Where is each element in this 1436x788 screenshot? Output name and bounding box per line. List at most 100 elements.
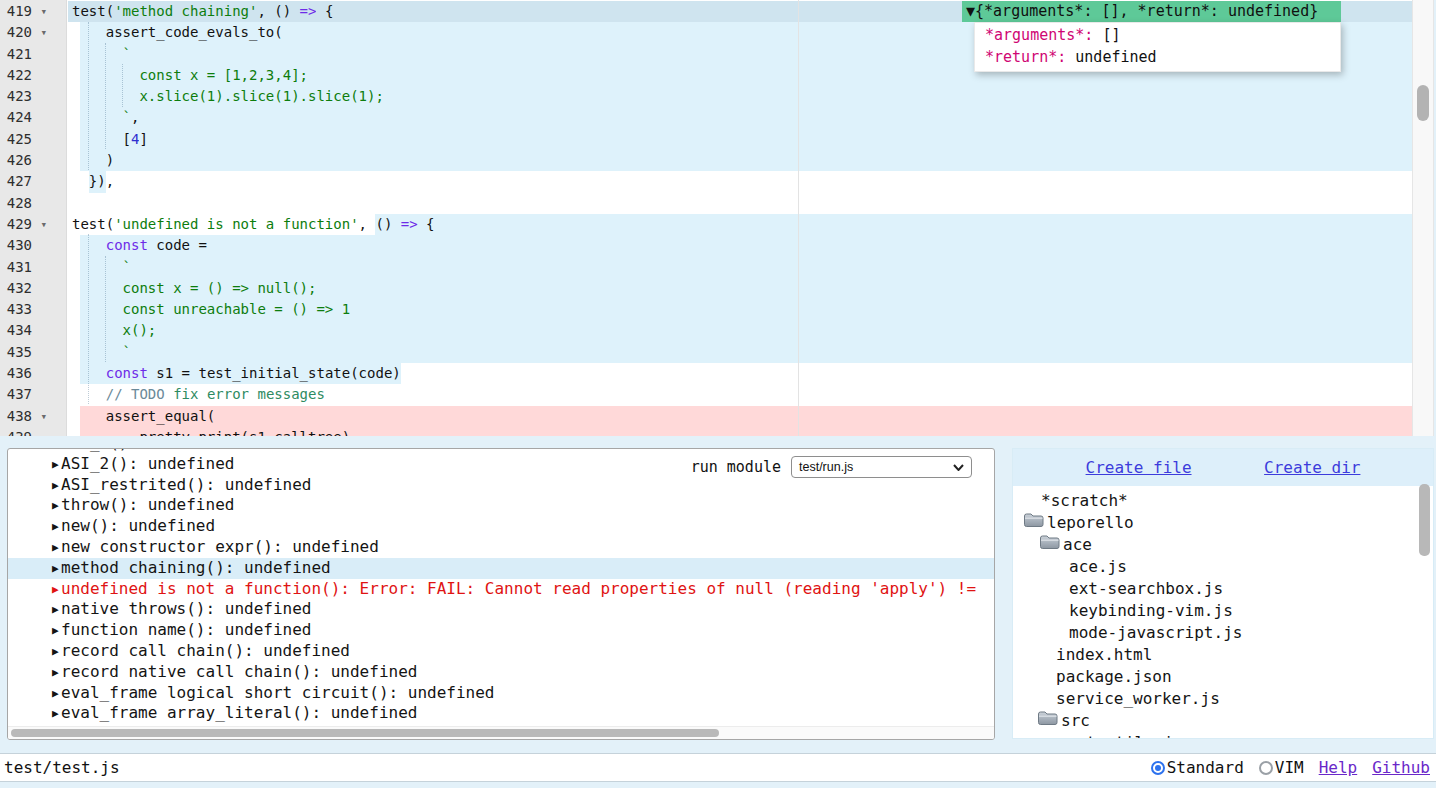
keybinding-radio-standard[interactable]: Standard bbox=[1151, 758, 1244, 777]
run-module-select[interactable]: test/run.js bbox=[791, 456, 972, 478]
expand-triangle-icon[interactable]: ▶ bbox=[52, 476, 61, 497]
expand-triangle-icon[interactable]: ▶ bbox=[52, 559, 61, 580]
expand-triangle-icon[interactable]: ▶ bbox=[52, 517, 61, 538]
line-number: 435 bbox=[0, 342, 66, 363]
tree-file[interactable]: keybinding-vim.js bbox=[1013, 600, 1433, 622]
folder-icon bbox=[1023, 512, 1044, 528]
fold-toggle-icon[interactable]: ▾ bbox=[40, 406, 47, 427]
code-line: // TODO fix error messages bbox=[68, 384, 1412, 405]
test-result-row[interactable]: ▶throw(): undefined bbox=[8, 495, 994, 516]
indent-guide bbox=[122, 64, 123, 107]
expand-triangle-icon[interactable]: ▶ bbox=[52, 496, 61, 517]
tree-file[interactable]: service_worker.js bbox=[1013, 688, 1433, 710]
code-editor[interactable]: 419▾420▾421422423424425426427428429▾4304… bbox=[0, 0, 1434, 436]
test-output-panel: ▶ASI_1(): undefined▶ASI_2(): undefined▶A… bbox=[7, 448, 995, 740]
test-result-row[interactable]: ▶new(): undefined bbox=[8, 516, 994, 537]
keybinding-radio-vim[interactable]: VIM bbox=[1259, 758, 1304, 777]
fold-toggle-icon[interactable]: ▾ bbox=[40, 214, 47, 235]
tree-file[interactable]: *scratch* bbox=[1013, 490, 1433, 512]
code-line: `, bbox=[68, 107, 1412, 128]
code-line: const s1 = test_initial_state(code) bbox=[68, 363, 1412, 384]
test-result-row[interactable]: ▶eval_frame array_literal(): undefined bbox=[8, 703, 994, 724]
expand-triangle-icon[interactable]: ▶ bbox=[52, 538, 61, 559]
help-link[interactable]: Help bbox=[1319, 758, 1358, 777]
code-line: x.slice(1).slice(1).slice(1); bbox=[68, 86, 1412, 107]
line-number: 419▾ bbox=[0, 1, 66, 22]
create-dir-link[interactable]: Create dir bbox=[1264, 458, 1360, 477]
line-number: 426 bbox=[0, 150, 66, 171]
line-number: 430 bbox=[0, 235, 66, 256]
tree-file[interactable]: index.html bbox=[1013, 644, 1433, 666]
line-number: 427 bbox=[0, 171, 66, 192]
code-line: x(); bbox=[68, 320, 1412, 341]
code-line: }), bbox=[68, 171, 1412, 192]
github-link[interactable]: Github bbox=[1372, 758, 1430, 777]
tree-scrollbar-thumb[interactable] bbox=[1419, 484, 1430, 556]
indent-guide bbox=[105, 43, 106, 149]
print-margin-line bbox=[798, 0, 799, 436]
output-horizontal-scrollbar[interactable] bbox=[8, 726, 994, 739]
tree-scrollbar[interactable] bbox=[1419, 484, 1430, 738]
tooltip-entry: *arguments*: [] bbox=[975, 24, 1340, 46]
line-number: 422 bbox=[0, 65, 66, 86]
expand-triangle-icon[interactable]: ▶ bbox=[52, 621, 61, 642]
expand-triangle-icon[interactable]: ▶ bbox=[52, 580, 61, 601]
test-result-row[interactable]: ▶function name(): undefined bbox=[8, 620, 994, 641]
tree-file[interactable]: mode-javascript.js bbox=[1013, 622, 1433, 644]
status-bar: test/test.js StandardVIMHelpGithub bbox=[0, 753, 1436, 782]
create-file-link[interactable]: Create file bbox=[1086, 458, 1192, 477]
code-line: pretty_print(s1.calltree) bbox=[68, 427, 1412, 436]
code-line: const x = () => null(); bbox=[68, 278, 1412, 299]
tree-file[interactable]: ast_utils.js bbox=[1013, 732, 1433, 739]
line-number: 433 bbox=[0, 299, 66, 320]
editor-gutter: 419▾420▾421422423424425426427428429▾4304… bbox=[0, 0, 67, 436]
tree-folder[interactable]: src bbox=[1013, 710, 1433, 732]
line-number: 432 bbox=[0, 278, 66, 299]
expand-triangle-icon[interactable]: ▶ bbox=[52, 663, 61, 684]
folder-icon bbox=[1039, 534, 1060, 550]
fold-toggle-icon[interactable]: ▾ bbox=[40, 22, 47, 43]
line-number: 424 bbox=[0, 107, 66, 128]
code-line: ) bbox=[68, 150, 1412, 171]
tree-folder[interactable]: leporello bbox=[1013, 512, 1433, 534]
tree-file[interactable]: ace.js bbox=[1013, 556, 1433, 578]
line-number: 420▾ bbox=[0, 22, 66, 43]
tooltip-header[interactable]: ▼{*arguments*: [], *return*: undefined} bbox=[962, 1, 1341, 22]
test-result-row[interactable]: ▶undefined is not a function(): Error: F… bbox=[8, 579, 994, 600]
code-line bbox=[68, 193, 1412, 214]
tree-folder[interactable]: ace bbox=[1013, 534, 1433, 556]
editor-scrollbar-thumb[interactable] bbox=[1417, 85, 1429, 121]
line-number: 421 bbox=[0, 44, 66, 65]
code-line: [4] bbox=[68, 129, 1412, 150]
expand-triangle-icon[interactable]: ▶ bbox=[52, 684, 61, 705]
editor-scrollbar[interactable] bbox=[1412, 0, 1434, 436]
test-result-row[interactable]: ▶native throws(): undefined bbox=[8, 599, 994, 620]
expand-triangle-icon[interactable]: ▶ bbox=[52, 704, 61, 725]
output-scrollbar-thumb[interactable] bbox=[11, 729, 719, 737]
expand-triangle-icon[interactable]: ▶ bbox=[52, 455, 61, 476]
indent-guide bbox=[88, 234, 89, 404]
radio-unselected-icon[interactable] bbox=[1259, 761, 1273, 775]
test-result-row[interactable]: ▶method chaining(): undefined bbox=[8, 558, 994, 579]
code-line: test('undefined is not a function', () =… bbox=[68, 214, 1412, 235]
test-result-row[interactable]: ▶record call chain(): undefined bbox=[8, 641, 994, 662]
tooltip-entry: *return*: undefined bbox=[975, 46, 1340, 68]
line-number: 438▾ bbox=[0, 406, 66, 427]
expand-triangle-icon[interactable]: ▶ bbox=[52, 642, 61, 663]
test-result-row[interactable]: ▶eval_frame logical short circuit(): und… bbox=[8, 683, 994, 704]
file-tree-panel: Create file Create dir *scratch*leporell… bbox=[1012, 448, 1434, 739]
fold-toggle-icon[interactable]: ▾ bbox=[40, 1, 47, 22]
expand-triangle-icon[interactable]: ▶ bbox=[52, 600, 61, 621]
line-number: 439 bbox=[0, 427, 66, 436]
file-tree-header: Create file Create dir bbox=[1013, 449, 1433, 486]
line-number: 437 bbox=[0, 384, 66, 405]
code-line: const unreachable = () => 1 bbox=[68, 299, 1412, 320]
tree-file[interactable]: package.json bbox=[1013, 666, 1433, 688]
value-tooltip: ▼{*arguments*: [], *return*: undefined} … bbox=[962, 1, 1341, 72]
radio-selected-icon[interactable] bbox=[1151, 761, 1165, 775]
tree-file[interactable]: ext-searchbox.js bbox=[1013, 578, 1433, 600]
test-result-row[interactable]: ▶record native call chain(): undefined bbox=[8, 662, 994, 683]
code-line: ` bbox=[68, 257, 1412, 278]
test-result-row[interactable]: ▶new constructor expr(): undefined bbox=[8, 537, 994, 558]
line-number: 436 bbox=[0, 363, 66, 384]
